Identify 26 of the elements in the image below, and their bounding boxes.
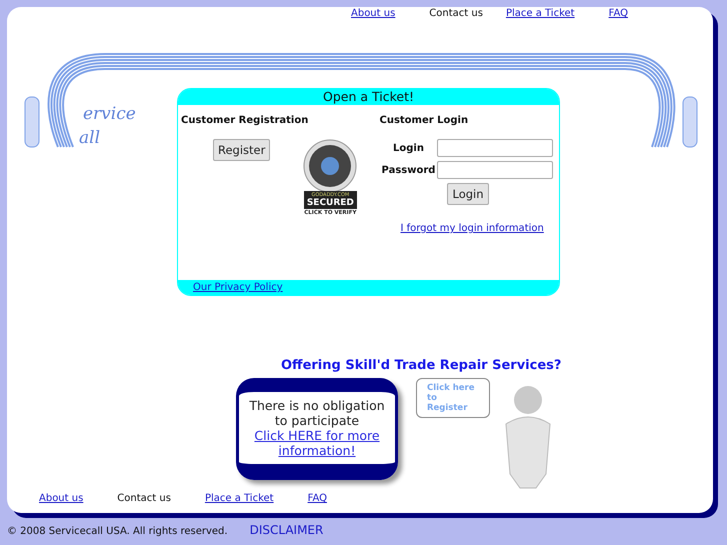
copyright-text: © 2008 Servicecall USA. All rights reserved.	[7, 526, 228, 537]
register-button[interactable]: Register	[213, 139, 270, 161]
nav-text: Contact us	[117, 493, 171, 505]
notice-text: There is no obligation to participate	[248, 398, 386, 428]
nav-link[interactable]: About us	[39, 493, 84, 505]
nav-link[interactable]: FAQ	[308, 493, 327, 505]
nav-text: Contact us	[429, 8, 483, 20]
seal-text: SECURED	[306, 198, 354, 208]
disclaimer-link[interactable]: DISCLAIMER	[250, 523, 324, 537]
input-field[interactable]	[437, 139, 554, 157]
section-heading: Customer Registration	[181, 115, 310, 126]
field-label: Password	[380, 164, 436, 176]
nav-link[interactable]: About us	[351, 8, 396, 20]
forgot-link[interactable]: I forgot my login information	[400, 223, 559, 234]
section-heading: Customer Login	[379, 115, 470, 126]
input-field[interactable]	[437, 161, 554, 179]
panel-title: Open a Ticket!	[178, 89, 559, 105]
nav-link[interactable]: Place a Ticket	[506, 8, 575, 20]
field-label: Login	[392, 142, 425, 154]
nav-link[interactable]: Place a Ticket	[204, 493, 274, 505]
privacy-link[interactable]: Our Privacy Policy	[193, 282, 283, 293]
info-link[interactable]: Click HERE for more information!	[239, 428, 395, 458]
promo-heading: Offering Skill'd Trade Repair Services?	[281, 358, 562, 373]
nav-link[interactable]: FAQ	[608, 8, 628, 20]
login-button[interactable]: Login	[447, 183, 489, 205]
lock-dial-icon	[303, 139, 358, 193]
